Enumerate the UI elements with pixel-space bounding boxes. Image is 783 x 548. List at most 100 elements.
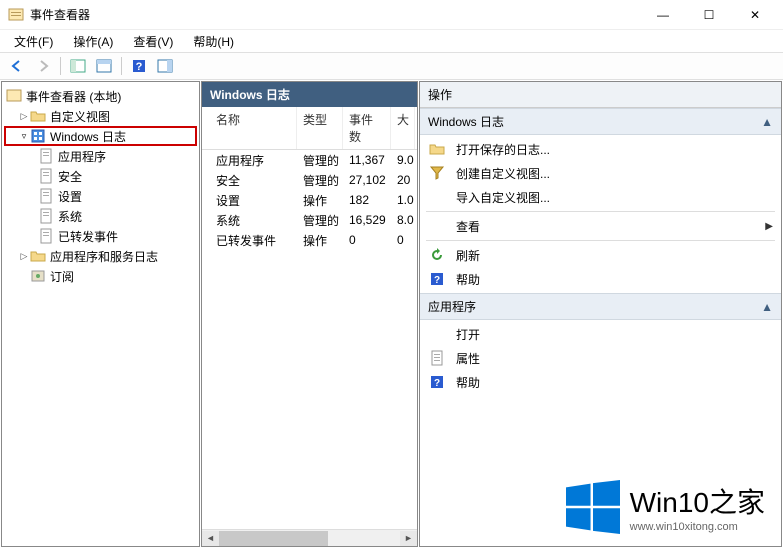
column-count[interactable]: 事件数 bbox=[343, 107, 391, 149]
submenu-arrow-icon: ▶ bbox=[765, 221, 773, 232]
close-button[interactable]: ✕ bbox=[743, 5, 767, 25]
section-title: Windows 日志 bbox=[428, 113, 504, 130]
column-size[interactable]: 大 bbox=[391, 107, 415, 149]
list-row[interactable]: 系统管理的16,5298.0 bbox=[202, 210, 417, 230]
toolbar-separator bbox=[121, 57, 122, 75]
cell-count: 182 bbox=[343, 191, 391, 209]
watermark-brand: Win10之家 bbox=[630, 481, 765, 521]
separator bbox=[426, 240, 775, 241]
actions-title: 操作 bbox=[420, 82, 781, 108]
tree-root[interactable]: 事件查看器 (本地) bbox=[4, 86, 197, 106]
collapse-icon[interactable]: ▲ bbox=[761, 115, 773, 129]
forward-button[interactable] bbox=[32, 55, 54, 77]
action-label: 帮助 bbox=[456, 374, 480, 391]
action-create-custom-view[interactable]: 创建自定义视图... bbox=[420, 161, 781, 185]
action-view[interactable]: 查看 ▶ bbox=[420, 214, 781, 238]
tree-forwarded[interactable]: 已转发事件 bbox=[4, 226, 197, 246]
tree-label: 事件查看器 (本地) bbox=[26, 88, 121, 105]
cell-name: 设置 bbox=[202, 190, 297, 211]
tree-system[interactable]: 系统 bbox=[4, 206, 197, 226]
section-application[interactable]: 应用程序 ▲ bbox=[420, 293, 781, 320]
cell-count: 27,102 bbox=[343, 171, 391, 189]
collapse-icon[interactable]: ▲ bbox=[761, 300, 773, 314]
cell-size: 0 bbox=[391, 231, 415, 249]
event-viewer-icon bbox=[6, 88, 22, 104]
cell-size: 9.0 bbox=[391, 151, 415, 169]
blank-icon bbox=[428, 189, 446, 205]
menu-help[interactable]: 帮助(H) bbox=[185, 31, 242, 52]
tree-setup[interactable]: 设置 bbox=[4, 186, 197, 206]
tree-label: 安全 bbox=[58, 168, 82, 185]
collapse-icon[interactable]: ▷ bbox=[18, 111, 30, 122]
properties-icon bbox=[428, 350, 446, 366]
column-type[interactable]: 类型 bbox=[297, 107, 343, 149]
show-list-button[interactable] bbox=[93, 55, 115, 77]
tree-subscriptions[interactable]: 订阅 bbox=[4, 266, 197, 286]
help-icon: ? bbox=[428, 271, 446, 287]
action-help[interactable]: ? 帮助 bbox=[420, 267, 781, 291]
list-row[interactable]: 安全管理的27,10220 bbox=[202, 170, 417, 190]
action-import-custom-view[interactable]: 导入自定义视图... bbox=[420, 185, 781, 209]
log-icon bbox=[38, 228, 54, 244]
cell-size: 1.0 bbox=[391, 191, 415, 209]
maximize-button[interactable]: ☐ bbox=[697, 5, 721, 25]
action-help-2[interactable]: ? 帮助 bbox=[420, 370, 781, 394]
menu-action[interactable]: 操作(A) bbox=[65, 31, 121, 52]
watermark: Win10之家 www.win10xitong.com bbox=[566, 480, 765, 534]
action-properties[interactable]: 属性 bbox=[420, 346, 781, 370]
actions-pane: 操作 Windows 日志 ▲ 打开保存的日志... 创建自定义视图... 导入… bbox=[419, 81, 782, 547]
action-label: 导入自定义视图... bbox=[456, 189, 550, 206]
cell-type: 操作 bbox=[297, 190, 343, 211]
extra-button[interactable] bbox=[154, 55, 176, 77]
menu-file[interactable]: 文件(F) bbox=[6, 31, 61, 52]
expand-icon[interactable]: ▿ bbox=[18, 131, 30, 142]
horizontal-scrollbar[interactable]: ◄ ► bbox=[202, 529, 417, 546]
folder-icon bbox=[30, 108, 46, 124]
minimize-button[interactable]: — bbox=[651, 5, 675, 25]
back-button[interactable] bbox=[6, 55, 28, 77]
watermark-url: www.win10xitong.com bbox=[630, 521, 765, 533]
app-icon bbox=[8, 7, 24, 23]
list-row[interactable]: 已转发事件操作00 bbox=[202, 230, 417, 250]
list-row[interactable]: 设置操作1821.0 bbox=[202, 190, 417, 210]
toolbar-separator bbox=[60, 57, 61, 75]
tree-windows-logs[interactable]: ▿ Windows 日志 bbox=[4, 126, 197, 146]
action-refresh[interactable]: 刷新 bbox=[420, 243, 781, 267]
subscription-icon bbox=[30, 268, 46, 284]
cell-type: 管理的 bbox=[297, 210, 343, 231]
log-icon bbox=[38, 148, 54, 164]
help-button[interactable]: ? bbox=[128, 55, 150, 77]
tree-app-services[interactable]: ▷ 应用程序和服务日志 bbox=[4, 246, 197, 266]
action-open[interactable]: 打开 bbox=[420, 322, 781, 346]
cell-name: 应用程序 bbox=[202, 150, 297, 171]
section-windows-logs[interactable]: Windows 日志 ▲ bbox=[420, 108, 781, 135]
scroll-thumb[interactable] bbox=[219, 531, 328, 546]
cell-count: 11,367 bbox=[343, 151, 391, 169]
tree-label: 自定义视图 bbox=[50, 108, 110, 125]
svg-text:?: ? bbox=[136, 61, 143, 73]
show-tree-button[interactable] bbox=[67, 55, 89, 77]
folder-icon bbox=[30, 248, 46, 264]
action-label: 打开 bbox=[456, 326, 480, 343]
cell-type: 管理的 bbox=[297, 150, 343, 171]
scroll-right-icon[interactable]: ► bbox=[400, 531, 417, 546]
tree-application[interactable]: 应用程序 bbox=[4, 146, 197, 166]
action-label: 创建自定义视图... bbox=[456, 165, 550, 182]
list-row[interactable]: 应用程序管理的11,3679.0 bbox=[202, 150, 417, 170]
center-title: Windows 日志 bbox=[202, 82, 417, 107]
windows-logs-icon bbox=[30, 128, 46, 144]
tree-custom-views[interactable]: ▷ 自定义视图 bbox=[4, 106, 197, 126]
tree-label: 订阅 bbox=[50, 268, 74, 285]
action-open-saved-log[interactable]: 打开保存的日志... bbox=[420, 137, 781, 161]
cell-name: 安全 bbox=[202, 170, 297, 191]
cell-count: 16,529 bbox=[343, 211, 391, 229]
scroll-left-icon[interactable]: ◄ bbox=[202, 531, 219, 546]
tree-security[interactable]: 安全 bbox=[4, 166, 197, 186]
cell-name: 已转发事件 bbox=[202, 230, 297, 251]
menu-view[interactable]: 查看(V) bbox=[125, 31, 181, 52]
open-folder-icon bbox=[428, 141, 446, 157]
collapse-icon[interactable]: ▷ bbox=[18, 251, 30, 262]
column-name[interactable]: 名称 bbox=[202, 107, 297, 149]
blank-icon bbox=[428, 218, 446, 234]
tree-label: 已转发事件 bbox=[58, 228, 118, 245]
